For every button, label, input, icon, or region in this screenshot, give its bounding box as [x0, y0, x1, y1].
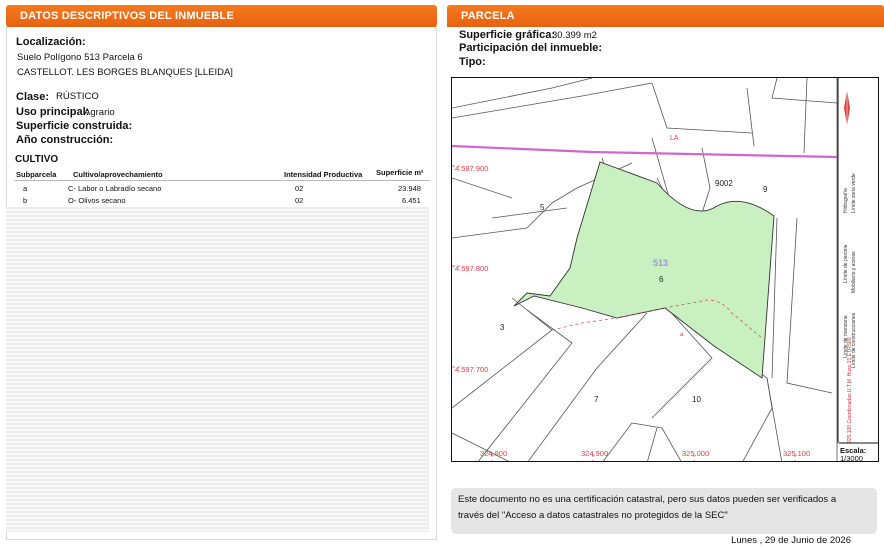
- y-label: 4.597.800: [455, 264, 488, 273]
- x-label: 324.800: [480, 449, 507, 458]
- row-subparcela: a: [23, 184, 28, 193]
- parcel-label: 9002: [715, 179, 733, 188]
- parcel-label: 9: [763, 185, 768, 194]
- escala-value: 1/3000: [840, 454, 863, 462]
- uso-label: Uso principal:: [16, 106, 90, 118]
- legend-limite-parcela: Límite de parcela: [843, 244, 849, 283]
- poligono-label: 513: [653, 258, 668, 268]
- clase-value: RÚSTICO: [56, 91, 99, 102]
- superficie-construida-label: Superficie construida:: [16, 120, 133, 132]
- cadastral-map[interactable]: 4.597.900 4.597.800 4.597.700 324.800 32…: [451, 77, 879, 462]
- legend-hidrografia: Hidrografía: [843, 188, 849, 213]
- clase-label: Clase:: [16, 91, 50, 103]
- parcel-label: 7: [594, 395, 599, 404]
- parcel-label: 5: [540, 203, 545, 212]
- row-cultivo: C- Labor o Labradío secano: [68, 184, 162, 193]
- parcel-label: 6: [659, 275, 664, 284]
- participacion-label: Participación del inmueble:: [459, 42, 603, 54]
- tipo-label: Tipo:: [459, 56, 486, 68]
- localizacion-label: Localización:: [16, 36, 86, 48]
- col-intensidad: Intensidad Productiva: [284, 170, 363, 179]
- row-intensidad: 02: [295, 184, 304, 193]
- disclaimer-line2: través del "Acceso a datos catastrales n…: [458, 510, 728, 521]
- uso-value: Agrario: [84, 107, 115, 118]
- north-arrow-icon: [844, 90, 850, 126]
- x-label: 325.100: [783, 449, 810, 458]
- x-label: 325.000: [682, 449, 709, 458]
- cultivo-title: CULTIVO: [15, 154, 59, 165]
- superficie-grafica-label: Superficie gráfica:: [459, 29, 555, 41]
- parcel-label: 10: [692, 395, 701, 404]
- row-superficie: 6.451: [402, 196, 421, 205]
- parcel-label: 3: [500, 323, 505, 332]
- legend-strip: Hidrografía Límite zona verde Límite de …: [837, 78, 878, 462]
- row-superficie: 23.948: [398, 184, 421, 193]
- y-label: 4.597.700: [455, 365, 488, 374]
- disclaimer-notice: Este documento no es una certificación c…: [451, 488, 877, 534]
- table-divider: [14, 180, 430, 181]
- superficie-grafica-value: 30.399 m2: [552, 30, 597, 41]
- hydrography-line: [452, 144, 838, 159]
- col-subparcela: Subparcela: [16, 170, 57, 179]
- legend-coordenadas: 325.100 Coordenadas U.T.M. Huso 31 ETRS8…: [847, 337, 853, 443]
- localizacion-line2: CASTELLOT. LES BORGES BLANQUES [LLEIDA]: [17, 67, 233, 78]
- anio-construccion-label: Año construcción:: [16, 134, 114, 146]
- right-panel-header: PARCELA: [447, 5, 884, 27]
- row-intensidad: 02: [295, 196, 304, 205]
- document-date: Lunes , 29 de Junio de 2026: [731, 535, 851, 546]
- legend-zona-verde: Límite zona verde: [851, 173, 857, 213]
- col-superficie: Superficie m²: [376, 168, 424, 177]
- x-label: 324.900: [581, 449, 608, 458]
- localizacion-line1: Suelo Polígono 513 Parcela 6: [17, 52, 143, 63]
- parcel-polygon[interactable]: [513, 161, 775, 379]
- map-svg: 4.597.900 4.597.800 4.597.700 324.800 32…: [452, 78, 878, 462]
- row-cultivo: O- Olivos secano: [68, 196, 126, 205]
- empty-rows-area: [6, 207, 429, 532]
- col-cultivo: Cultivo/aprovechamiento: [73, 170, 163, 179]
- row-subparcela: b: [23, 196, 28, 205]
- parcel-label-la: LA: [670, 135, 679, 142]
- disclaimer-line1: Este documento no es una certificación c…: [458, 494, 837, 505]
- left-panel-header: DATOS DESCRIPTIVOS DEL INMUEBLE: [6, 5, 437, 27]
- legend-mobiliario: Mobiliario y aceras: [851, 251, 857, 293]
- y-label: 4.597.900: [455, 164, 488, 173]
- subparcel-label: a: [680, 332, 684, 338]
